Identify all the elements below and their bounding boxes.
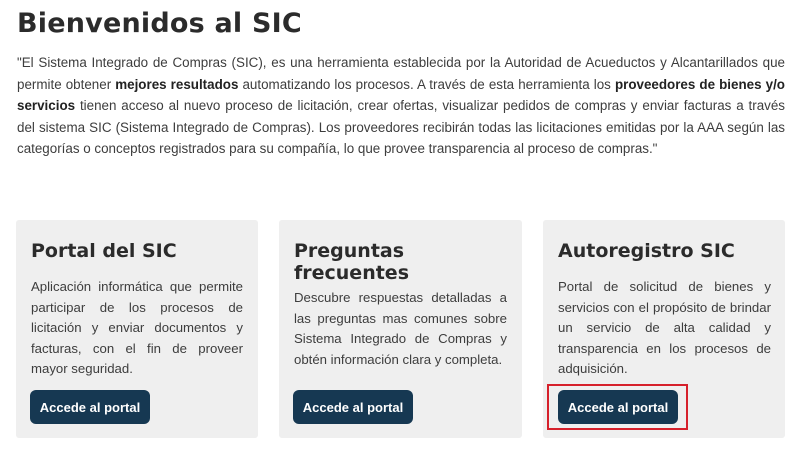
intro-text-3: tienen acceso al nuevo proceso de licita… [17, 98, 785, 156]
card-title: Autoregistro SIC [558, 240, 735, 262]
intro-bold-1: mejores resultados [115, 76, 239, 92]
intro-text-2: automatizando los procesos. A través de … [238, 76, 615, 92]
card-portal-sic: Portal del SIC Aplicación informática qu… [16, 220, 258, 438]
card-title: Preguntas frecuentes [294, 240, 410, 284]
card-description: Descubre respuestas detalladas a las pre… [294, 290, 507, 367]
page-title: Bienvenidos al SIC [17, 8, 302, 39]
portal-sic-access-button[interactable]: Accede al portal [30, 390, 150, 424]
card-title: Portal del SIC [31, 240, 177, 262]
intro-paragraph: "El Sistema Integrado de Compras (SIC), … [17, 52, 785, 160]
card-description: Portal de solicitud de bienes y servicio… [558, 279, 771, 376]
card-preguntas-frecuentes: Preguntas frecuentes Descubre respuestas… [279, 220, 522, 438]
card-description: Aplicación informática que permite parti… [31, 279, 243, 376]
button-highlight-frame [547, 384, 688, 430]
faq-access-button[interactable]: Accede al portal [293, 390, 413, 424]
